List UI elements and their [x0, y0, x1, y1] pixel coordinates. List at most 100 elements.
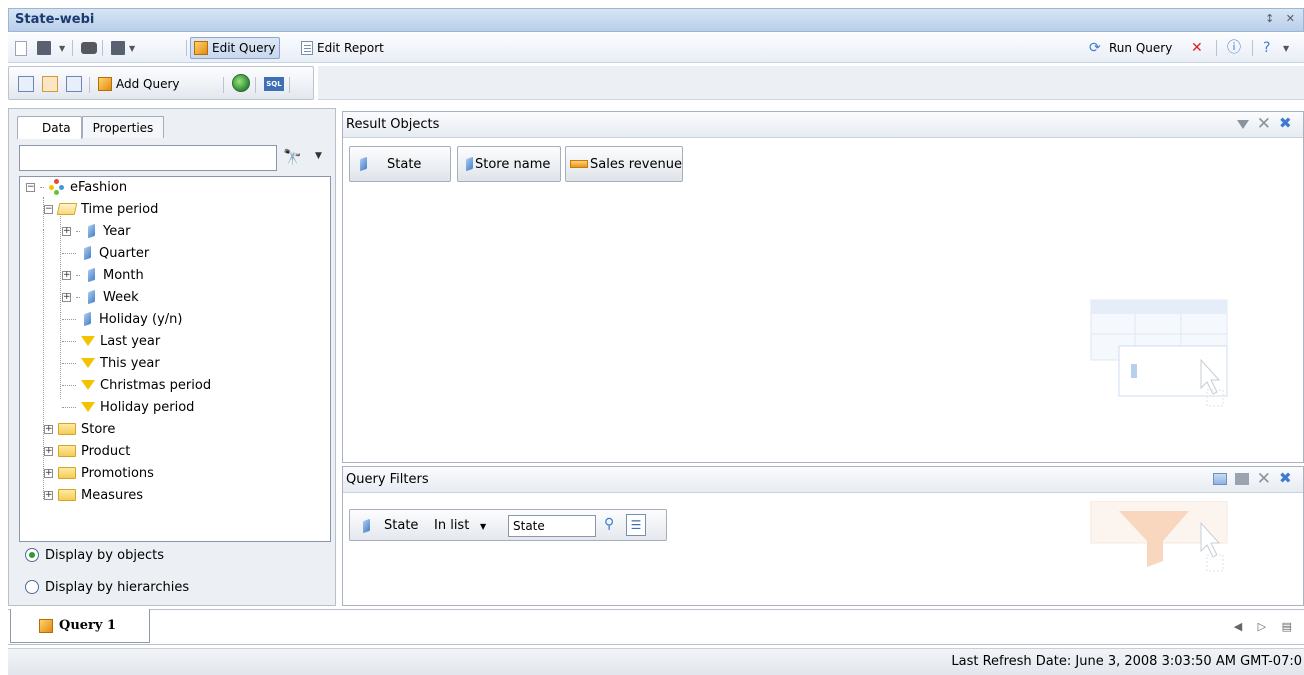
tree-node-label: This year: [100, 355, 160, 371]
help-icon: ?: [1263, 40, 1271, 56]
last-refresh-date: Last Refresh Date: June 3, 2008 3:03:50 …: [951, 654, 1302, 669]
save-dropdown[interactable]: ▼: [56, 37, 68, 59]
tree-node-store[interactable]: + Store: [44, 419, 115, 439]
edit-report-label: Edit Report: [317, 41, 384, 55]
scope-button[interactable]: [39, 73, 61, 95]
tree-node-week[interactable]: + Week: [62, 287, 139, 307]
drop-hint-illustration: [1089, 298, 1229, 407]
filter-operator[interactable]: In list: [434, 518, 469, 533]
tree-node-label: Month: [103, 267, 144, 283]
tree-node-promotions[interactable]: + Promotions: [44, 463, 154, 483]
tree-node-measures[interactable]: + Measures: [44, 485, 143, 505]
data-tab-button[interactable]: [63, 73, 85, 95]
prompt-icon[interactable]: ⚲: [604, 516, 614, 532]
tree-node-label: Store: [81, 421, 116, 437]
panel-title: Query Filters: [346, 472, 429, 487]
refresh-icon: ⟳: [1089, 40, 1101, 56]
filter-condition[interactable]: State In list ▼ ⚲ ☰: [349, 509, 667, 541]
radio-button[interactable]: [25, 580, 39, 594]
toolbar-separator: [255, 77, 256, 93]
expand-icon[interactable]: +: [62, 270, 71, 280]
tree-node-holiday-period[interactable]: Holiday period: [62, 397, 194, 417]
edit-report-button[interactable]: Edit Report: [298, 37, 387, 59]
add-subquery-icon[interactable]: [1212, 473, 1227, 485]
query-panel-button[interactable]: [15, 73, 37, 95]
save-button[interactable]: [34, 37, 54, 59]
clear-icon[interactable]: ✖: [1279, 116, 1295, 132]
clear-icon[interactable]: ✖: [1279, 471, 1295, 487]
remove-all-icon[interactable]: ✕: [1257, 116, 1271, 133]
info-button[interactable]: ⓘ: [1224, 37, 1246, 59]
tree-node-last-year[interactable]: Last year: [62, 331, 160, 351]
new-document-button[interactable]: [10, 37, 30, 59]
tree-node-label: Time period: [81, 201, 159, 217]
tree-node-holiday[interactable]: Holiday (y/n): [62, 309, 182, 329]
filter-icon[interactable]: [1236, 119, 1249, 129]
tree-node-quarter[interactable]: Quarter: [62, 243, 149, 263]
result-object-store-name[interactable]: Store name: [457, 146, 561, 182]
expand-icon[interactable]: +: [44, 490, 53, 500]
drop-hint-illustration: [1089, 500, 1229, 601]
tree-connector: [62, 318, 76, 320]
print-button[interactable]: [78, 37, 100, 59]
run-query-button[interactable]: ⟳ Run Query: [1086, 37, 1175, 59]
tree-node-time-period[interactable]: − Time period: [44, 199, 158, 219]
window-title: State-webi: [15, 12, 95, 27]
tab-query-1[interactable]: Query 1: [10, 609, 150, 643]
drop-hint-graphic: [1090, 500, 1228, 572]
tree-node-christmas-period[interactable]: Christmas period: [62, 375, 211, 395]
add-query-button[interactable]: Add Query: [95, 73, 183, 95]
tree-node-year[interactable]: + Year: [62, 221, 131, 241]
window-controls[interactable]: ↕ ✕: [1265, 12, 1299, 25]
list-values-icon[interactable]: ☰: [626, 514, 646, 536]
purge-button[interactable]: ✕: [1188, 37, 1210, 59]
scope-icon: [42, 76, 58, 92]
folder-icon: [58, 467, 76, 479]
print-icon: [81, 42, 97, 54]
view-icon: [111, 41, 125, 55]
filter-value-input[interactable]: [508, 515, 596, 537]
radio-button-selected[interactable]: [25, 548, 39, 562]
query-tab-bar: Query 1 ◀ ▷ ▤: [8, 609, 1304, 645]
tree-connector: [62, 384, 76, 386]
chevron-down-icon[interactable]: ▼: [315, 151, 322, 161]
tree-node-label: Year: [103, 223, 131, 239]
tree-node-product[interactable]: + Product: [44, 441, 130, 461]
tree-node-root[interactable]: − eFashion: [26, 177, 127, 197]
query-cube-icon: [39, 618, 53, 633]
expand-icon[interactable]: +: [62, 226, 71, 236]
result-object-state[interactable]: State: [349, 146, 451, 182]
view-sql-button[interactable]: SQL: [261, 73, 287, 95]
dimension-icon: [363, 518, 370, 534]
search-input[interactable]: [19, 145, 277, 171]
tree-node-this-year[interactable]: This year: [62, 353, 160, 373]
collapse-icon[interactable]: −: [44, 204, 53, 214]
binoculars-icon[interactable]: 🔭: [283, 148, 302, 166]
tree-node-month[interactable]: + Month: [62, 265, 144, 285]
expand-icon[interactable]: +: [44, 446, 53, 456]
toolbar-separator: [289, 77, 290, 93]
tab-navigation[interactable]: ◀ ▷ ▤: [1234, 620, 1298, 633]
data-panel-icon: [66, 76, 82, 92]
info-icon: ⓘ: [1227, 40, 1241, 56]
tab-properties[interactable]: Properties: [81, 116, 165, 138]
collapse-icon[interactable]: −: [26, 182, 35, 192]
help-button[interactable]: ? ▼: [1260, 37, 1292, 59]
combined-query-button[interactable]: [229, 72, 253, 94]
chevron-down-icon[interactable]: ▼: [480, 522, 486, 531]
result-object-label: Store name: [475, 156, 551, 172]
remove-all-icon[interactable]: ✕: [1257, 471, 1271, 488]
expand-icon[interactable]: +: [44, 424, 53, 434]
expand-icon[interactable]: +: [44, 468, 53, 478]
filter-icon: [81, 336, 95, 346]
display-by-hierarchies-option[interactable]: Display by hierarchies: [25, 577, 189, 597]
expand-icon[interactable]: +: [62, 292, 71, 302]
edit-query-button[interactable]: Edit Query: [190, 37, 280, 59]
tree-connector: [76, 230, 80, 232]
add-ranking-icon[interactable]: [1234, 473, 1249, 485]
tab-data[interactable]: Data: [17, 116, 82, 139]
view-button[interactable]: ▼: [108, 37, 138, 59]
save-icon: [37, 41, 51, 55]
result-object-sales-revenue[interactable]: Sales revenue: [565, 146, 683, 182]
display-by-objects-option[interactable]: Display by objects: [25, 545, 164, 565]
